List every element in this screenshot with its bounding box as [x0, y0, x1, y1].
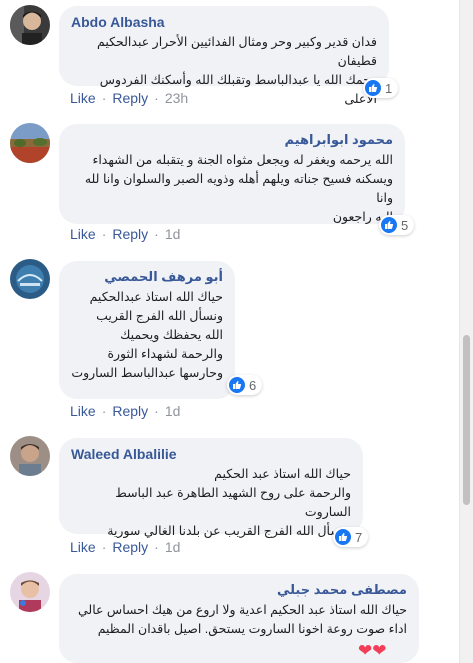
- comment-text: حياك الله استاذ عبد الحكيم والرحمة على ر…: [107, 467, 351, 538]
- avatar[interactable]: [10, 259, 50, 299]
- comment-text: حياك الله استاذ عبد الحكيم اعدية ولا ارو…: [77, 603, 407, 636]
- comment-bubble: Abdo Albasha فدان قدير وكبير وحر ومثال ا…: [59, 6, 389, 106]
- scrollbar-thumb[interactable]: [463, 335, 470, 505]
- reaction-count[interactable]: 6: [227, 375, 263, 395]
- comment-author[interactable]: أبو مرهف الحمصي: [71, 269, 223, 285]
- comment-bubble: محمود ابوابراهيم الله يرحمه ويغفر له ويج…: [59, 124, 405, 224]
- comment-text: حياك الله استاذ عبدالحكيم ونسأل الله الف…: [71, 290, 223, 380]
- separator-dot: ·: [101, 226, 107, 242]
- comment-actions: Like · Reply · 1d: [70, 403, 180, 419]
- comment-author[interactable]: محمود ابوابراهيم: [71, 132, 393, 148]
- reply-button[interactable]: Reply: [112, 403, 148, 419]
- avatar[interactable]: [10, 572, 50, 612]
- avatar[interactable]: [10, 123, 50, 163]
- like-button[interactable]: Like: [70, 90, 96, 106]
- reply-button[interactable]: Reply: [112, 90, 148, 106]
- comment-timestamp[interactable]: 1d: [165, 403, 181, 419]
- reaction-count[interactable]: 7: [333, 527, 369, 547]
- reply-button[interactable]: Reply: [112, 226, 148, 242]
- separator-dot: ·: [154, 90, 159, 106]
- reply-button[interactable]: Reply: [112, 539, 148, 555]
- reaction-count[interactable]: 5: [379, 215, 415, 235]
- comment-timestamp[interactable]: 1d: [165, 539, 181, 555]
- comment-actions: Like · Reply · 23h: [70, 90, 188, 106]
- like-reaction-icon: [365, 80, 381, 96]
- like-reaction-icon: [229, 377, 245, 393]
- comment-timestamp[interactable]: 1d: [165, 226, 181, 242]
- separator-dot: ·: [154, 539, 159, 555]
- vertical-scrollbar[interactable]: [459, 0, 473, 663]
- reaction-count[interactable]: 1: [363, 78, 399, 98]
- comment-author[interactable]: مصطفى محمد جبلي: [71, 582, 407, 598]
- comment-actions: Like · Reply · 1d: [70, 539, 180, 555]
- comment-bubble: أبو مرهف الحمصي حياك الله استاذ عبدالحكي…: [59, 261, 235, 399]
- separator-dot: ·: [101, 539, 107, 555]
- like-button[interactable]: Like: [70, 403, 96, 419]
- comment-timestamp[interactable]: 23h: [165, 90, 188, 106]
- comment-actions: Like · Reply · 1d: [70, 226, 180, 242]
- comment-author[interactable]: Abdo Albasha: [71, 14, 377, 30]
- separator-dot: ·: [154, 403, 159, 419]
- like-reaction-icon: [335, 529, 351, 545]
- comment-text: الله يرحمه ويغفر له ويجعل مثواه الجنة و …: [84, 153, 393, 224]
- separator-dot: ·: [154, 226, 159, 242]
- separator-dot: ·: [101, 403, 107, 419]
- avatar[interactable]: [10, 436, 50, 476]
- like-reaction-icon: [381, 217, 397, 233]
- like-button[interactable]: Like: [70, 539, 96, 555]
- comment-author[interactable]: Waleed Albalilie: [71, 446, 351, 462]
- comment-bubble: Waleed Albalilie حياك الله استاذ عبد الح…: [59, 438, 363, 538]
- like-button[interactable]: Like: [70, 226, 96, 242]
- heart-emoji: ❤❤: [358, 641, 387, 660]
- avatar[interactable]: [10, 5, 50, 45]
- separator-dot: ·: [101, 90, 107, 106]
